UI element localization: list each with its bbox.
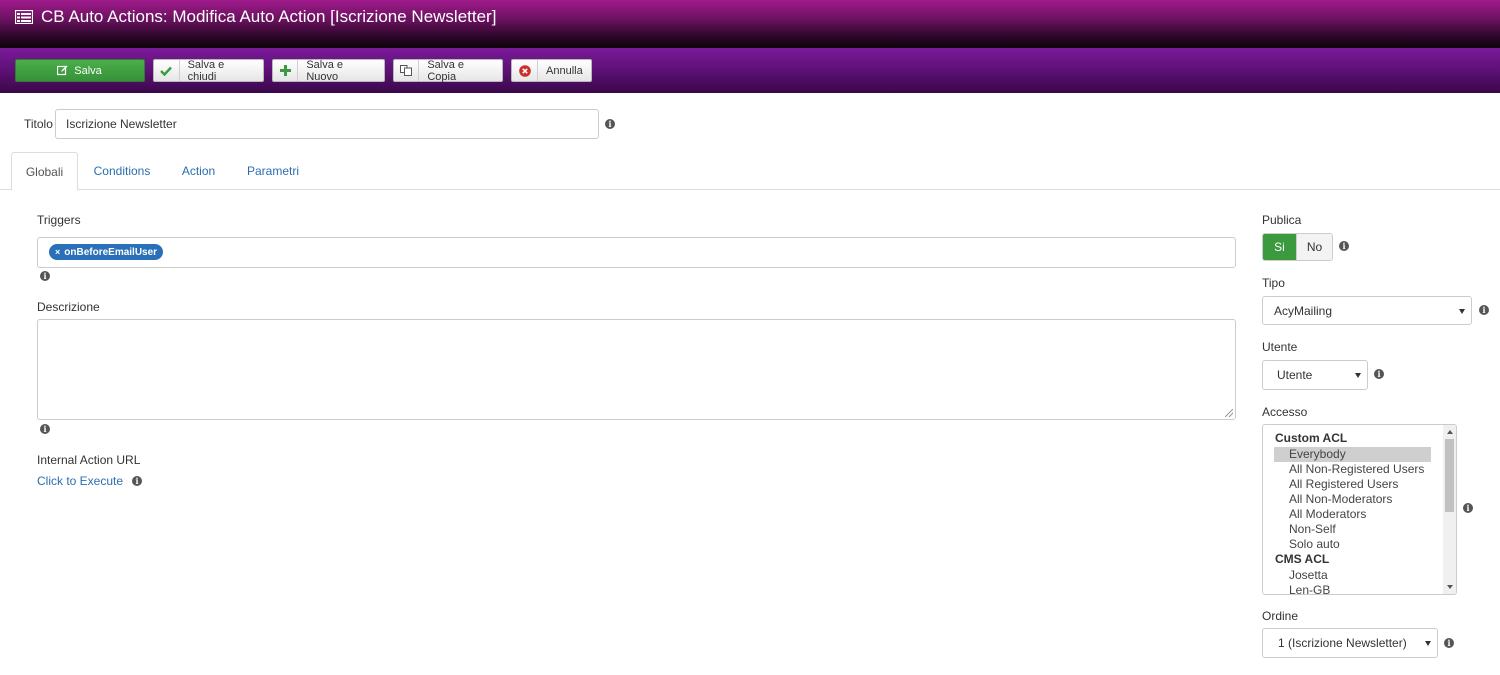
listbox-option[interactable]: Josetta xyxy=(1289,568,1328,583)
listbox-option[interactable]: All Moderators xyxy=(1289,507,1366,522)
utente-select[interactable]: Utente xyxy=(1262,360,1368,390)
tab-bar: Globali Conditions Action Parametri xyxy=(0,152,1500,191)
tab-action[interactable]: Action xyxy=(166,152,231,190)
tipo-label: Tipo xyxy=(1262,276,1285,290)
scroll-down-icon[interactable] xyxy=(1447,585,1453,589)
title-input-value: Iscrizione Newsletter xyxy=(66,117,177,131)
tab-globali[interactable]: Globali xyxy=(11,152,78,191)
tab-conditions[interactable]: Conditions xyxy=(80,152,164,190)
listbox-option[interactable]: All Non-Registered Users xyxy=(1289,462,1424,477)
info-icon[interactable]: i xyxy=(132,476,142,486)
remove-chip-icon[interactable]: × xyxy=(55,247,60,257)
utente-value: Utente xyxy=(1277,368,1313,382)
trigger-chip-label: onBeforeEmailUser xyxy=(64,246,158,258)
chevron-down-icon xyxy=(1355,373,1361,378)
info-icon[interactable]: i xyxy=(40,424,50,434)
cancel-circle-icon xyxy=(512,60,538,81)
tab-parametri[interactable]: Parametri xyxy=(233,152,313,190)
publica-yes-button[interactable]: Si xyxy=(1263,234,1296,260)
publica-toggle: Si No xyxy=(1262,233,1333,261)
cancel-button[interactable]: Annulla xyxy=(511,59,592,82)
chevron-down-icon xyxy=(1425,641,1431,646)
resize-grip-icon[interactable] xyxy=(1225,409,1233,417)
trigger-chip[interactable]: × onBeforeEmailUser xyxy=(49,244,164,260)
ordine-label: Ordine xyxy=(1262,609,1299,623)
listbox-option[interactable]: Non-Self xyxy=(1289,522,1336,537)
listbox-option[interactable]: Solo auto xyxy=(1289,537,1340,552)
scrollbar-thumb[interactable] xyxy=(1445,439,1454,512)
scroll-up-icon[interactable] xyxy=(1447,430,1453,434)
utente-label: Utente xyxy=(1262,340,1298,354)
info-icon[interactable]: i xyxy=(40,271,50,281)
copy-icon xyxy=(394,60,420,81)
listbox-group: Custom ACL xyxy=(1275,431,1348,445)
listbox-option[interactable]: All Non-Moderators xyxy=(1289,492,1392,507)
check-icon xyxy=(154,60,180,81)
cancel-label: Annulla xyxy=(546,64,583,77)
app-header: CB Auto Actions: Modifica Auto Action [I… xyxy=(0,0,1500,48)
save-close-label: Salva e chiudi xyxy=(187,58,225,83)
accesso-label: Accesso xyxy=(1262,405,1308,419)
listbox-option[interactable]: Len-GB xyxy=(1289,583,1330,594)
save-close-button[interactable]: Salva e chiudi xyxy=(153,58,264,83)
listbox-scrollbar[interactable] xyxy=(1443,425,1456,594)
internal-url-label: Internal Action URL xyxy=(37,453,141,467)
info-icon[interactable]: i xyxy=(1374,369,1384,379)
save-copy-button[interactable]: Salva e Copia xyxy=(393,58,503,83)
info-icon[interactable]: i xyxy=(1479,305,1489,315)
title-input[interactable]: Iscrizione Newsletter xyxy=(55,109,599,139)
list-icon xyxy=(15,10,33,24)
accesso-listbox[interactable]: Custom ACL Everybody All Non-Registered … xyxy=(1262,424,1457,595)
ordine-select[interactable]: 1 (Iscrizione Newsletter) xyxy=(1262,628,1438,658)
info-icon[interactable]: i xyxy=(605,119,615,129)
listbox-option[interactable]: All Registered Users xyxy=(1289,477,1398,492)
description-textarea[interactable] xyxy=(37,319,1236,420)
listbox-group: CMS ACL xyxy=(1275,552,1330,566)
edit-icon xyxy=(54,60,70,81)
ordine-value: 1 (Iscrizione Newsletter) xyxy=(1278,636,1407,650)
save-label: Salva xyxy=(74,64,102,77)
page-title-wrap: CB Auto Actions: Modifica Auto Action [I… xyxy=(15,6,496,28)
plus-icon xyxy=(273,60,299,81)
save-new-label: Salva e Nuovo xyxy=(306,58,344,83)
info-icon[interactable]: i xyxy=(1339,241,1349,251)
triggers-label: Triggers xyxy=(37,213,81,227)
click-execute-link[interactable]: Click to Execute xyxy=(37,474,123,488)
save-button[interactable]: Salva xyxy=(15,59,145,82)
chevron-down-icon xyxy=(1459,308,1465,314)
toolbar: Salva Salva e chiudi Salva e Nuovo Salva… xyxy=(0,48,1500,93)
publica-label: Publica xyxy=(1262,213,1302,227)
info-icon[interactable]: i xyxy=(1463,503,1473,513)
page-title: CB Auto Actions: Modifica Auto Action [I… xyxy=(41,7,497,26)
listbox-option[interactable]: Everybody xyxy=(1274,447,1431,462)
tipo-value: AcyMailing xyxy=(1274,303,1333,318)
info-icon[interactable]: i xyxy=(1444,638,1454,648)
title-label: Titolo xyxy=(24,117,53,131)
triggers-input[interactable] xyxy=(37,237,1236,268)
save-copy-label: Salva e Copia xyxy=(427,58,465,83)
tipo-select[interactable]: AcyMailing xyxy=(1262,296,1472,325)
publica-no-button[interactable]: No xyxy=(1296,234,1332,260)
description-label: Descrizione xyxy=(37,300,100,314)
save-new-button[interactable]: Salva e Nuovo xyxy=(272,58,385,83)
